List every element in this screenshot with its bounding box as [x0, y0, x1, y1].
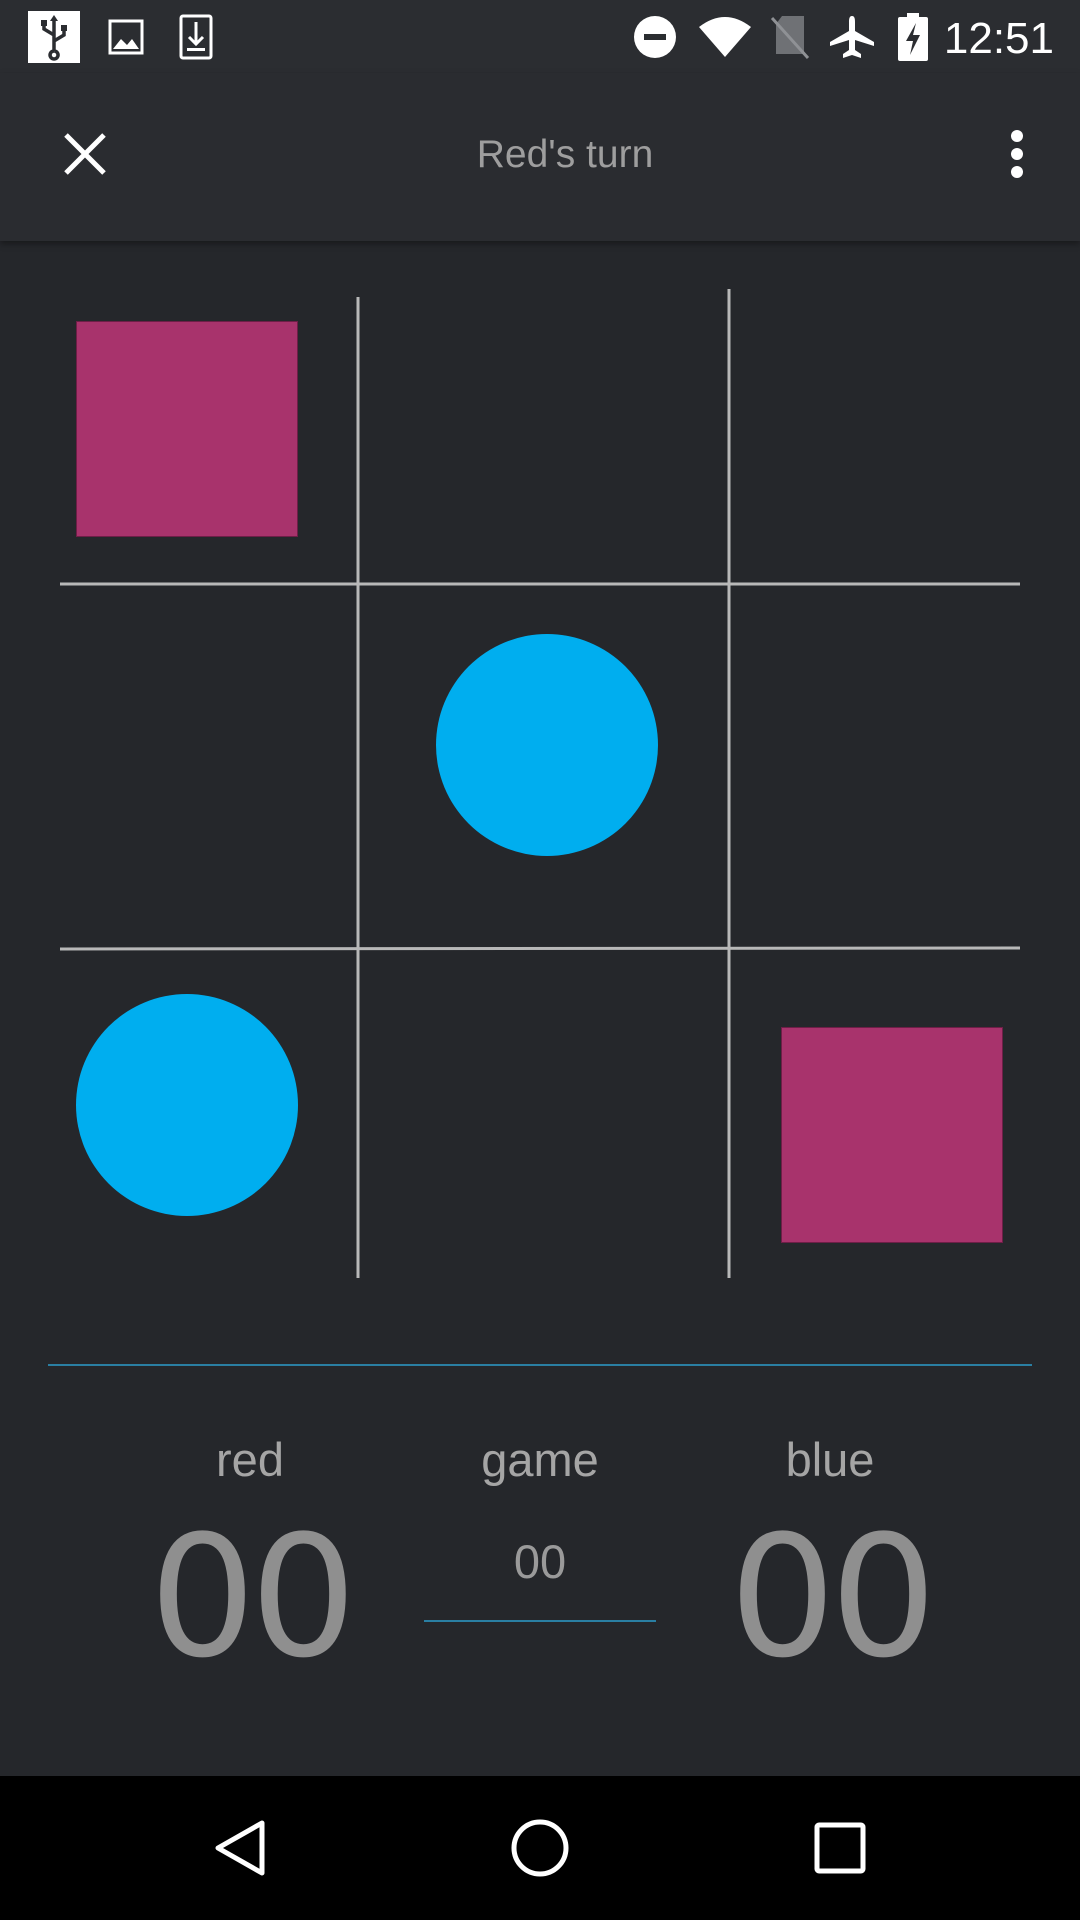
- airplane-icon: [826, 0, 878, 73]
- home-icon: [511, 1819, 569, 1877]
- recents-button[interactable]: [760, 1776, 920, 1920]
- navigation-bar: [0, 1776, 1080, 1920]
- more-options-button[interactable]: [980, 109, 1054, 199]
- blue-score-label: blue: [785, 1433, 875, 1486]
- do-not-disturb-icon: [632, 0, 678, 73]
- download-icon: [176, 0, 216, 73]
- board-divider: [48, 1364, 1032, 1366]
- no-sim-icon: [768, 0, 812, 73]
- page-title: Red's turn: [476, 133, 654, 176]
- blue-circle-piece: [76, 994, 298, 1216]
- recents-icon: [814, 1822, 866, 1874]
- battery-charging-icon: [896, 0, 930, 73]
- usb-icon: [28, 0, 80, 73]
- game-count-underline: [424, 1620, 656, 1622]
- image-icon: [106, 0, 146, 73]
- red-score: red 00: [100, 1430, 400, 1682]
- board-cell-2-3[interactable]: [729, 584, 1020, 949]
- board-cell-3-2[interactable]: [358, 949, 729, 1278]
- back-icon: [215, 1820, 265, 1876]
- status-bar: 12:51: [0, 0, 1080, 73]
- game-count-label: game: [481, 1433, 599, 1486]
- red-square-piece: [781, 1027, 1003, 1243]
- blue-score: blue 00: [680, 1430, 980, 1682]
- blue-circle-piece: [436, 634, 658, 856]
- red-score-value: 00: [149, 1499, 357, 1695]
- blue-score-value: 00: [729, 1499, 937, 1695]
- more-vert-icon: [1011, 130, 1023, 178]
- game-board: [0, 241, 1080, 1301]
- red-square-piece: [76, 321, 298, 537]
- game-count-value[interactable]: 00: [390, 1532, 690, 1592]
- red-score-label: red: [216, 1433, 284, 1486]
- game-screen: 12:51 Red's turn red 00 game 00 blue 00: [0, 0, 1080, 1920]
- game-count: game 00: [390, 1430, 690, 1622]
- app-bar: Red's turn: [0, 73, 1080, 241]
- back-button[interactable]: [160, 1776, 320, 1920]
- board-cell-1-3[interactable]: [729, 289, 1020, 584]
- status-clock: 12:51: [943, 14, 1054, 63]
- home-button[interactable]: [460, 1776, 620, 1920]
- board-cell-1-2[interactable]: [358, 289, 729, 584]
- wifi-icon: [696, 0, 754, 73]
- board-cell-2-1[interactable]: [60, 584, 358, 949]
